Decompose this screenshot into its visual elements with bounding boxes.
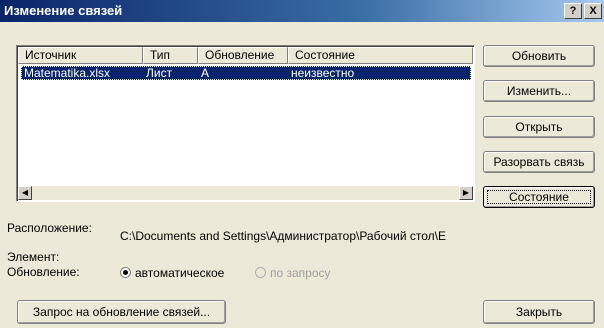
element-label: Элемент: — [7, 250, 60, 264]
scroll-thumb[interactable] — [34, 186, 454, 200]
check-status-button[interactable]: Состояние — [483, 186, 595, 208]
close-button[interactable]: Закрыть — [483, 300, 595, 324]
cell-update: A — [201, 66, 210, 80]
edit-links-dialog: Изменение связей ? X Источник Тип Обновл… — [0, 0, 604, 328]
manual-update-radio — [255, 267, 266, 278]
auto-update-radio[interactable] — [120, 267, 131, 278]
location-label: Расположение: — [7, 221, 92, 235]
table-row[interactable]: Matematika.xlsx Лист A неизвестно — [21, 66, 471, 80]
column-header-update[interactable]: Обновление — [198, 47, 288, 64]
cell-type: Лист — [146, 66, 173, 80]
help-button[interactable]: ? — [564, 3, 582, 19]
break-link-button[interactable]: Разорвать связь — [483, 151, 595, 173]
title-bar: Изменение связей ? X — [0, 0, 604, 22]
update-label: Обновление: — [7, 265, 80, 279]
close-window-button[interactable]: X — [584, 3, 602, 19]
column-header-status[interactable]: Состояние — [288, 47, 473, 64]
scroll-right-icon[interactable]: ▶ — [459, 186, 473, 200]
column-header-type[interactable]: Тип — [143, 47, 198, 64]
location-value: C:\Documents and Settings\Администратор\… — [120, 229, 446, 243]
window-title: Изменение связей — [4, 3, 123, 18]
manual-update-label: по запросу — [270, 266, 331, 280]
horizontal-scrollbar[interactable]: ◀ ▶ — [18, 186, 473, 200]
change-source-button[interactable]: Изменить... — [483, 80, 595, 102]
cell-status: неизвестно — [291, 66, 355, 80]
auto-update-label[interactable]: автоматическое — [135, 266, 224, 280]
links-list[interactable]: Источник Тип Обновление Состояние Matema… — [16, 45, 475, 202]
column-header-source[interactable]: Источник — [18, 47, 143, 64]
cell-source: Matematika.xlsx — [24, 66, 111, 80]
scroll-left-icon[interactable]: ◀ — [18, 186, 32, 200]
open-source-button[interactable]: Открыть — [483, 116, 595, 138]
startup-prompt-button[interactable]: Запрос на обновление связей... — [17, 300, 226, 324]
update-values-button[interactable]: Обновить — [483, 45, 595, 67]
